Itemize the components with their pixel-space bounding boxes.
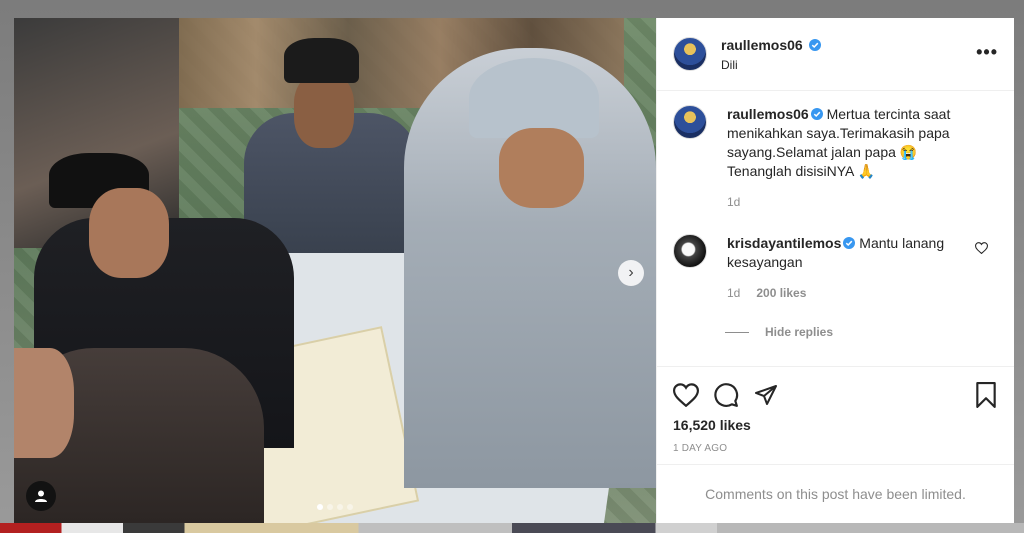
caption: raullemos06 Mertua tercinta saat menikah…	[673, 105, 998, 212]
heart-icon[interactable]	[673, 383, 699, 407]
comment-item: krisdayantilemos Mantu lanang kesayangan…	[673, 234, 998, 303]
photo-elder-face	[14, 348, 74, 458]
photo-groom-face	[499, 128, 584, 208]
comment-likes[interactable]: 200 likes	[756, 284, 806, 303]
photo-official-face	[89, 188, 169, 278]
caption-time[interactable]: 1d	[727, 193, 740, 212]
post-actions: 16,520 likes 1 DAY AGO	[657, 366, 1014, 464]
hide-replies-button[interactable]: Hide replies	[725, 325, 998, 339]
likes-count[interactable]: 16,520 likes	[673, 417, 998, 433]
carousel-dot	[317, 504, 323, 510]
caption-username[interactable]: raullemos06	[727, 106, 809, 122]
post-modal: › raullemos06 Dili ••• raullemos06 Mertu…	[14, 18, 1014, 523]
chevron-right-icon: ›	[628, 264, 634, 281]
hide-replies-label: Hide replies	[765, 325, 834, 339]
carousel-next-button[interactable]: ›	[618, 260, 644, 286]
author-avatar[interactable]	[673, 37, 707, 71]
verified-badge-icon	[809, 38, 822, 51]
carousel-dot	[337, 504, 343, 510]
comment-username[interactable]: krisdayantilemos	[727, 235, 841, 251]
comments-section: raullemos06 Mertua tercinta saat menikah…	[657, 91, 1014, 366]
comments-limited-notice: Comments on this post have been limited.	[657, 464, 1014, 523]
carousel-dots	[14, 504, 656, 510]
comment-time[interactable]: 1d	[727, 284, 740, 303]
share-icon[interactable]	[753, 383, 779, 407]
caption-avatar[interactable]	[673, 105, 707, 139]
replies-divider	[725, 331, 749, 333]
post-photo[interactable]: ›	[14, 18, 656, 523]
background-feed-strip	[0, 523, 1024, 533]
comment-icon[interactable]	[713, 382, 739, 408]
post-header: raullemos06 Dili •••	[657, 18, 1014, 91]
comment-like-heart-icon[interactable]	[975, 242, 988, 254]
comment-avatar[interactable]	[673, 234, 707, 268]
more-options-icon[interactable]: •••	[976, 42, 998, 63]
bookmark-icon[interactable]	[974, 382, 998, 408]
photo-groom-hat	[469, 58, 599, 138]
carousel-dot	[347, 504, 353, 510]
carousel-dot	[327, 504, 333, 510]
post-location[interactable]: Dili	[721, 58, 821, 72]
post-timestamp[interactable]: 1 DAY AGO	[673, 443, 998, 454]
user-icon	[35, 490, 47, 502]
photo-witness-hat	[284, 38, 359, 83]
verified-badge-icon	[810, 108, 823, 120]
photo-witness-face	[294, 73, 354, 148]
post-side-panel: raullemos06 Dili ••• raullemos06 Mertua …	[656, 18, 1014, 523]
verified-badge-icon	[843, 237, 856, 249]
author-username[interactable]: raullemos06	[721, 37, 803, 53]
